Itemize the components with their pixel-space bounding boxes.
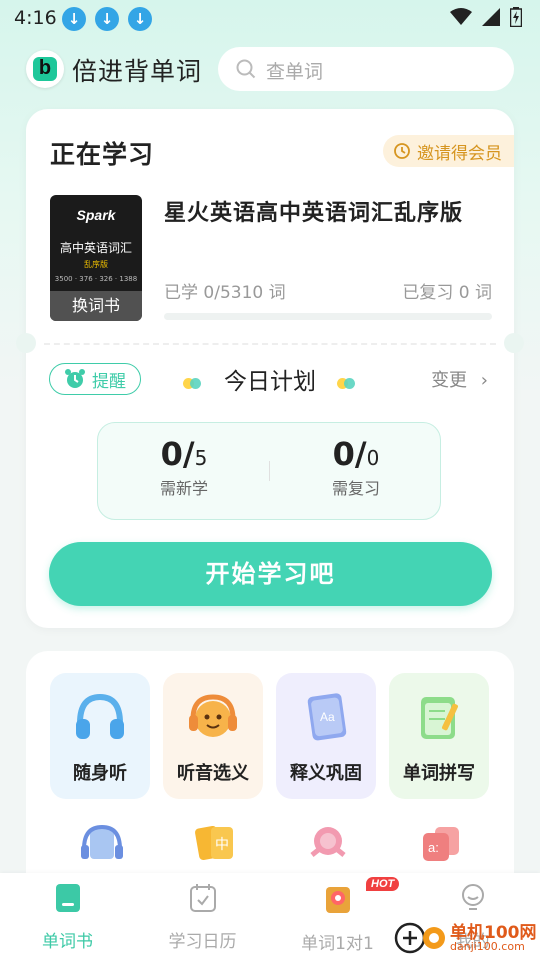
card-notch <box>504 333 524 353</box>
nav-label: 学习日历 <box>168 932 237 952</box>
tile-spelling[interactable]: 单词拼写 <box>389 673 489 799</box>
svg-text:Aa: Aa <box>320 710 335 724</box>
new-label: 需新学 <box>159 479 208 498</box>
download-icon: ↓ <box>128 7 152 31</box>
review-value: 0/ <box>332 435 367 473</box>
tile-listen-choose[interactable]: 听音选义 <box>163 673 263 799</box>
cover-brand: Spark <box>76 207 116 223</box>
book-cover[interactable]: Spark 高中英语词汇 乱序版 3500 · 376 · 326 · 1388… <box>50 195 142 321</box>
change-plan-link[interactable]: 变更 › <box>431 366 488 392</box>
download-icon: ↓ <box>62 7 86 31</box>
nav-label: 单词书 <box>42 932 93 952</box>
cover-subtitle: 乱序版 <box>84 260 108 269</box>
tile-listen[interactable]: 随身听 <box>50 673 150 799</box>
book-icon <box>55 884 80 912</box>
cover-title: 高中英语词汇 <box>59 241 132 255</box>
review-words-stat: 0/0 需复习 <box>270 435 442 499</box>
chevron-right-icon: › <box>480 370 488 391</box>
divider <box>44 343 496 345</box>
watermark-logo <box>394 922 445 954</box>
nav-item-tutor[interactable]: 单词1对1 <box>270 883 405 954</box>
plan-title: 今日计划 <box>224 369 316 395</box>
status-time: 4:16 <box>14 7 57 29</box>
phonetic-card-icon[interactable]: a: <box>417 821 465 865</box>
watermark-url: danji100.com <box>450 940 525 953</box>
calendar-icon <box>189 884 216 912</box>
tile-label: 释义巩固 <box>290 763 362 784</box>
wifi-icon <box>450 8 472 25</box>
section-title: 正在学习 <box>50 140 155 169</box>
invite-badge[interactable]: 邀请得会员 <box>383 135 514 167</box>
astronaut-icon[interactable] <box>304 821 352 865</box>
search-placeholder: 查单词 <box>266 61 324 83</box>
nav-item-wordbook[interactable]: 单词书 <box>0 883 135 952</box>
review-label: 需复习 <box>331 479 380 498</box>
tile-label: 听音选义 <box>177 763 249 784</box>
dots-icon <box>182 376 203 390</box>
change-label: 变更 <box>431 370 468 391</box>
signal-icon <box>482 8 500 26</box>
chinese-card-icon[interactable]: 中 <box>191 821 239 865</box>
tutor-icon <box>325 887 350 913</box>
download-icon: ↓ <box>95 7 119 31</box>
nav-label: 单词1对1 <box>301 934 374 954</box>
start-learning-button[interactable]: 开始学习吧 <box>49 542 492 606</box>
refresh-icon <box>394 143 410 159</box>
search-input[interactable]: 查单词 <box>218 47 514 91</box>
svg-text:中: 中 <box>215 837 229 853</box>
battery-icon <box>510 7 522 27</box>
card-notch <box>16 333 36 353</box>
invite-label: 邀请得会员 <box>417 143 502 164</box>
nav-item-calendar[interactable]: 学习日历 <box>135 883 270 952</box>
app-title: 倍进背单词 <box>72 57 203 86</box>
new-value: 0/ <box>160 435 195 473</box>
hot-badge: HOT <box>366 877 400 891</box>
change-book-button[interactable]: 换词书 <box>50 291 142 321</box>
plan-stats: 0/5 需新学 0/0 需复习 <box>97 422 441 520</box>
svg-text:a:: a: <box>428 840 439 855</box>
tile-label: 随身听 <box>73 763 127 784</box>
headset-card-icon[interactable] <box>78 821 126 865</box>
headphones-icon <box>76 693 124 739</box>
new-words-stat: 0/5 需新学 <box>98 435 270 499</box>
cover-numbers: 3500 · 376 · 326 · 1388 <box>54 275 138 283</box>
new-target: 5 <box>194 446 208 470</box>
dots-icon <box>337 376 357 390</box>
book-title: 星火英语高中英语词汇乱序版 <box>164 201 464 226</box>
tile-label: 单词拼写 <box>403 763 475 784</box>
watermark: 单机100网 danji100.com <box>392 914 540 960</box>
profile-icon <box>461 884 484 910</box>
tile-meaning[interactable]: Aa 释义巩固 <box>276 673 376 799</box>
feature-card: 随身听 听音选义 Aa 释义巩固 单词拼写 中 a: <box>26 651 514 911</box>
app-logo: b <box>26 50 64 88</box>
reviewed-count: 已复习 0 词 <box>402 283 492 303</box>
book-aa-icon: Aa <box>307 693 347 741</box>
search-icon <box>236 59 256 79</box>
learned-count: 已学 0/5310 词 <box>164 283 286 303</box>
status-bar: 4:16 ↓ ↓ ↓ <box>0 0 540 38</box>
study-card: 正在学习 邀请得会员 Spark 高中英语词汇 乱序版 3500 · 376 ·… <box>16 109 524 628</box>
progress-bar <box>164 313 492 320</box>
smiley-headphones-icon <box>189 694 237 737</box>
review-target: 0 <box>366 446 380 470</box>
notepad-pencil-icon <box>421 697 458 739</box>
